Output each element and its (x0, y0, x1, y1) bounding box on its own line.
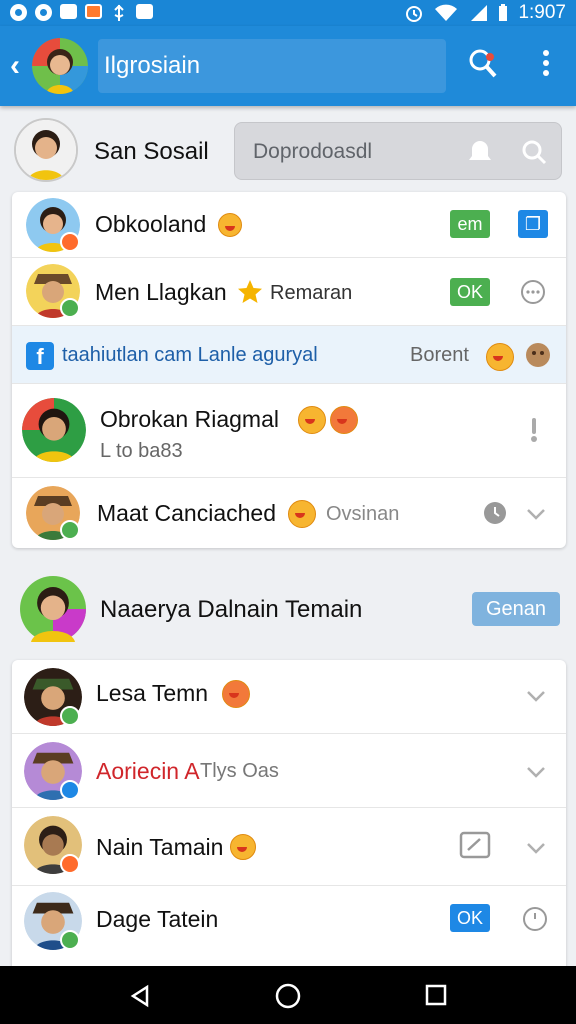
emoji-icon (330, 406, 358, 434)
contact-name: Obrokan Riagmal (100, 406, 279, 432)
list-item[interactable]: Dage Tatein OK (12, 886, 566, 970)
status-badge (60, 520, 80, 540)
timer-icon[interactable] (522, 906, 548, 932)
status-time: 1:907 (518, 2, 566, 23)
alarm-icon (406, 6, 423, 22)
emoji-icon (486, 343, 514, 371)
chevron-down-icon[interactable] (524, 836, 548, 860)
navigation-bar (0, 966, 576, 1024)
contact-name: Men Llagkan (95, 279, 227, 305)
search-icon[interactable] (521, 139, 547, 165)
clock-icon[interactable] (482, 500, 508, 526)
contact-status: Tlys Oas (200, 760, 279, 782)
battery-icon (499, 4, 508, 21)
profile-search-row: San Sosail Doprodoasdl (0, 106, 576, 190)
list-item[interactable]: Obkooland em ❐ (12, 192, 566, 258)
notification-icon (60, 4, 77, 19)
nav-back-icon[interactable] (128, 984, 152, 1008)
status-badge (60, 232, 80, 252)
contact-name: Obkooland (95, 211, 207, 237)
contact-list-card: Lesa Temn Aoriecin A Tlys Oas Nain Tamai… (12, 660, 566, 970)
status-bar: 1:907 (0, 0, 576, 26)
contact-name: Dage Tatein (96, 906, 219, 932)
chevron-down-icon[interactable] (524, 502, 548, 526)
section-action-button[interactable]: Genan (472, 592, 560, 626)
app-title: Ilgrosiain (104, 52, 201, 79)
conversation-list-card: Obkooland em ❐ Men Llagkan Remaran OK f … (12, 192, 566, 548)
wifi-icon (435, 4, 458, 21)
emoji-icon (298, 406, 326, 434)
section-header: Naaerya Dalnain Temain Genan (0, 568, 576, 652)
emoji-icon (230, 834, 256, 860)
app-notification-icon (85, 4, 102, 19)
search-placeholder: Doprodoasdl (253, 140, 373, 163)
ok-pill[interactable]: OK (450, 904, 490, 932)
bell-icon[interactable] (465, 139, 495, 165)
app-bar: ‹ Ilgrosiain (0, 26, 576, 106)
search-input[interactable]: Doprodoasdl (234, 122, 562, 180)
list-item[interactable]: f taahiutlan cam Lanle aguryal Borent (12, 326, 566, 384)
status-badge (60, 780, 80, 800)
more-vert-icon[interactable] (540, 48, 552, 78)
chat-badge-icon[interactable]: ❐ (518, 210, 548, 238)
signal-icon (471, 5, 488, 21)
contact-status: Ovsinan (326, 503, 400, 525)
list-item[interactable]: Aoriecin A Tlys Oas (12, 734, 566, 808)
list-item[interactable]: Lesa Temn (12, 660, 566, 734)
list-item[interactable]: Nain Tamain (12, 808, 566, 886)
activity-label: Borent (410, 344, 469, 366)
back-icon[interactable]: ‹ (10, 49, 28, 83)
contact-name: Lesa Temn (96, 680, 209, 706)
contact-status: Remaran (270, 282, 353, 304)
activity-text: taahiutlan cam Lanle aguryal (62, 344, 318, 366)
emoji-icon (218, 213, 242, 237)
section-title: Naaerya Dalnain Temain (100, 596, 363, 623)
star-icon (238, 280, 262, 303)
nav-recents-icon[interactable] (425, 984, 447, 1006)
emoji-icon (222, 680, 250, 708)
notification-icon (10, 4, 27, 21)
status-badge (60, 930, 80, 950)
profile-avatar[interactable] (14, 118, 78, 182)
chat-title-box[interactable]: Ilgrosiain (98, 39, 446, 93)
notification-icon (35, 4, 52, 21)
more-horiz-icon[interactable] (520, 279, 546, 305)
group-avatar[interactable] (32, 38, 88, 94)
status-badge (60, 298, 80, 318)
profile-name: San Sosail (94, 138, 209, 165)
avatar (22, 398, 86, 462)
contact-name: Maat Canciached (97, 500, 276, 526)
facebook-icon: f (26, 342, 54, 370)
emoji-icon (288, 500, 316, 528)
contact-name: Aoriecin A (96, 758, 200, 784)
section-avatar[interactable] (20, 576, 86, 642)
list-item[interactable]: Maat Canciached Ovsinan (12, 478, 566, 548)
chevron-down-icon[interactable] (524, 760, 548, 784)
pin-icon[interactable] (468, 48, 498, 80)
list-item[interactable]: Men Llagkan Remaran OK (12, 258, 566, 326)
reaction-icon[interactable] (524, 341, 552, 369)
status-badge (60, 854, 80, 874)
chevron-down-icon[interactable] (524, 684, 548, 708)
ok-pill[interactable]: OK (450, 278, 490, 306)
list-item[interactable]: Obrokan Riagmal L to ba83 (12, 384, 566, 478)
drag-handle-icon[interactable] (528, 416, 540, 444)
contact-name: Nain Tamain (96, 834, 224, 860)
message-icon (136, 4, 153, 19)
nav-home-icon[interactable] (275, 983, 301, 1009)
usb-icon (114, 4, 124, 21)
status-pill[interactable]: em (450, 210, 490, 238)
edit-icon[interactable] (458, 830, 492, 862)
status-badge (60, 706, 80, 726)
contact-subtitle: L to ba83 (100, 440, 183, 462)
